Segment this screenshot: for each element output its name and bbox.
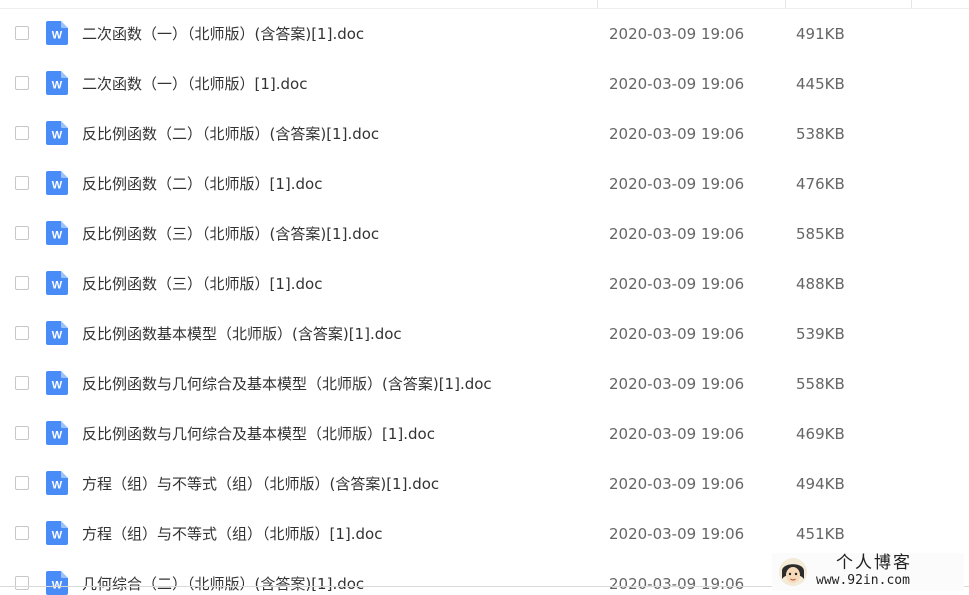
word-doc-icon: W [46,171,68,195]
file-row[interactable]: W 方程（组）与不等式（组）（北师版）(含答案)[1].doc 2020-03-09… [0,459,969,509]
row-checkbox[interactable] [15,326,29,340]
file-row[interactable]: W 反比例函数（二）（北师版）(含答案)[1].doc 2020-03-09 19:… [0,109,969,159]
row-checkbox[interactable] [15,126,29,140]
file-name-link[interactable]: 几何综合（二）（北师版）(含答案)[1].doc [82,574,364,594]
row-checkbox[interactable] [15,26,29,40]
file-row[interactable]: W 反比例函数基本模型（北师版）(含答案)[1].doc 2020-03-09 19… [0,309,969,359]
row-checkbox[interactable] [15,226,29,240]
word-doc-icon: W [46,421,68,445]
word-doc-icon: W [46,521,68,545]
file-row[interactable]: W 反比例函数（三）（北师版）[1].doc 2020-03-09 19:06 488… [0,259,969,309]
file-row[interactable]: W 反比例函数（二）（北师版）[1].doc 2020-03-09 19:06 476… [0,159,969,209]
watermark-title: 个人博客 [836,553,912,573]
row-checkbox[interactable] [15,276,29,290]
file-name-link[interactable]: 反比例函数（二）（北师版）(含答案)[1].doc [82,124,379,144]
file-modified-date: 2020-03-09 19:06 [609,75,745,93]
file-row[interactable]: W 反比例函数与几何综合及基本模型（北师版）(含答案)[1].doc 2020-03… [0,359,969,409]
file-modified-date: 2020-03-09 19:06 [609,525,745,543]
file-row[interactable]: W 二次函数（一）（北师版）(含答案)[1].doc 2020-03-09 19:0… [0,9,969,59]
file-modified-date: 2020-03-09 19:06 [609,475,745,493]
file-row[interactable]: W 反比例函数（三）（北师版）(含答案)[1].doc 2020-03-09 19:… [0,209,969,259]
word-doc-icon: W [46,221,68,245]
svg-text:W: W [52,480,63,492]
column-divider [597,0,598,8]
file-modified-date: 2020-03-09 19:06 [609,125,745,143]
file-size: 476KB [796,175,845,193]
column-divider [911,0,912,8]
file-size: 585KB [796,225,845,243]
file-size: 451KB [796,525,845,543]
file-size: 469KB [796,425,845,443]
svg-text:W: W [52,280,63,292]
row-checkbox[interactable] [15,526,29,540]
file-name-link[interactable]: 方程（组）与不等式（组）（北师版）[1].doc [82,524,382,544]
word-doc-icon: W [46,571,68,595]
column-divider [785,0,786,8]
row-checkbox[interactable] [15,376,29,390]
word-doc-icon: W [46,21,68,45]
file-modified-date: 2020-03-09 19:06 [609,275,745,293]
word-doc-icon: W [46,71,68,95]
svg-text:W: W [52,430,63,442]
file-name-link[interactable]: 二次函数（一）（北师版）(含答案)[1].doc [82,24,364,44]
file-size: 538KB [796,125,845,143]
row-checkbox[interactable] [15,476,29,490]
file-size: 488KB [796,275,845,293]
file-name-link[interactable]: 反比例函数（三）（北师版）[1].doc [82,274,322,294]
svg-text:W: W [52,180,63,192]
svg-text:W: W [52,530,63,542]
word-doc-icon: W [46,121,68,145]
file-name-link[interactable]: 二次函数（一）（北师版）[1].doc [82,74,307,94]
row-checkbox[interactable] [15,176,29,190]
file-size: 491KB [796,25,845,43]
file-modified-date: 2020-03-09 19:06 [609,175,745,193]
word-doc-icon: W [46,271,68,295]
file-modified-date: 2020-03-09 19:06 [609,375,745,393]
file-list: W 二次函数（一）（北师版）(含答案)[1].doc 2020-03-09 19:0… [0,0,969,595]
file-name-link[interactable]: 反比例函数（二）（北师版）[1].doc [82,174,322,194]
file-name-link[interactable]: 反比例函数基本模型（北师版）(含答案)[1].doc [82,324,402,344]
row-checkbox[interactable] [15,426,29,440]
avatar-icon [779,558,807,586]
svg-text:W: W [52,330,63,342]
file-modified-date: 2020-03-09 19:06 [609,575,745,593]
watermark-url: www.92in.com [816,573,910,588]
file-modified-date: 2020-03-09 19:06 [609,25,745,43]
svg-text:W: W [52,130,63,142]
word-doc-icon: W [46,471,68,495]
svg-text:W: W [52,230,63,242]
row-checkbox[interactable] [15,76,29,90]
file-name-link[interactable]: 反比例函数与几何综合及基本模型（北师版）[1].doc [82,424,435,444]
file-size: 445KB [796,75,845,93]
svg-text:W: W [52,30,63,42]
word-doc-icon: W [46,371,68,395]
file-row[interactable]: W 二次函数（一）（北师版）[1].doc 2020-03-09 19:06 445K… [0,59,969,109]
file-size: 539KB [796,325,845,343]
file-row[interactable]: W 方程（组）与不等式（组）（北师版）[1].doc 2020-03-09 19:0… [0,509,969,559]
file-size: 494KB [796,475,845,493]
file-name-link[interactable]: 方程（组）与不等式（组）（北师版）(含答案)[1].doc [82,474,439,494]
file-modified-date: 2020-03-09 19:06 [609,325,745,343]
file-size: 558KB [796,375,845,393]
file-modified-date: 2020-03-09 19:06 [609,425,745,443]
svg-text:W: W [52,380,63,392]
file-row[interactable]: W 反比例函数与几何综合及基本模型（北师版）[1].doc 2020-03-09 1… [0,409,969,459]
svg-text:W: W [52,80,63,92]
file-modified-date: 2020-03-09 19:06 [609,225,745,243]
file-name-link[interactable]: 反比例函数与几何综合及基本模型（北师版）(含答案)[1].doc [82,374,492,394]
word-doc-icon: W [46,321,68,345]
row-checkbox[interactable] [15,576,29,590]
blog-watermark: 个人博客 www.92in.com [772,553,964,591]
file-name-link[interactable]: 反比例函数（三）（北师版）(含答案)[1].doc [82,224,379,244]
